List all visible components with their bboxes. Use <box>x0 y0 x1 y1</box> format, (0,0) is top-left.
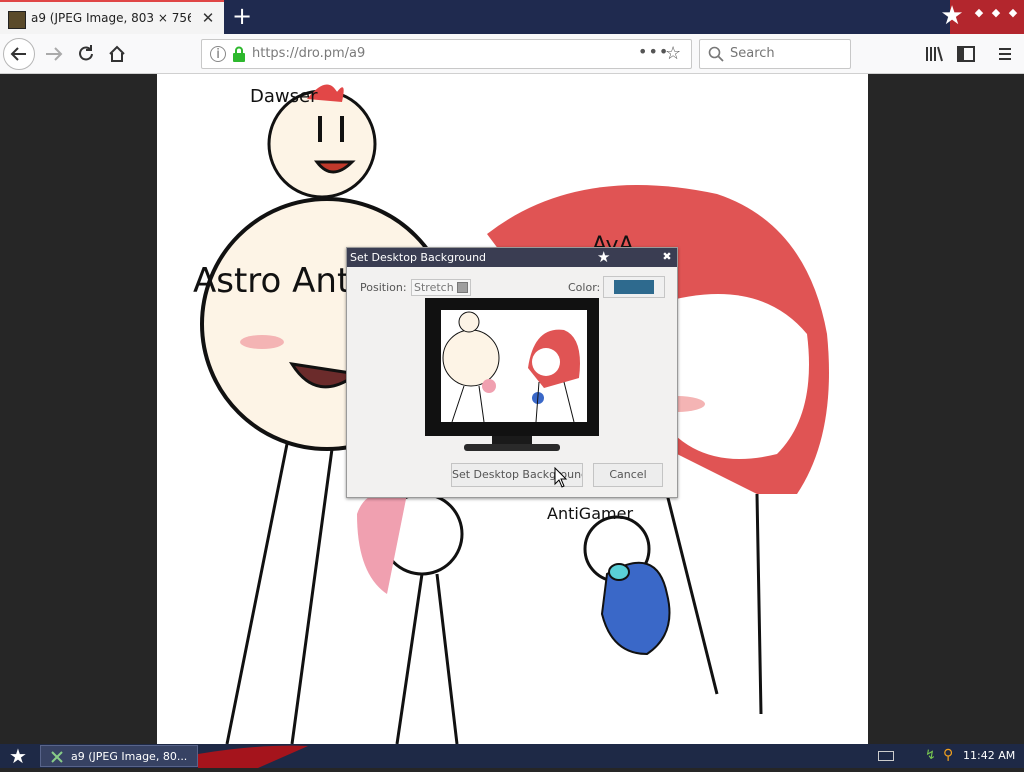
search-input[interactable] <box>730 46 845 61</box>
antigamer-label: AntiGamer <box>547 504 633 523</box>
keyboard-icon[interactable] <box>878 751 894 761</box>
dialog-titlebar[interactable]: Set Desktop Background ★ ✖ <box>347 248 677 267</box>
position-select[interactable]: Stretch <box>411 279 471 296</box>
maximize-icon[interactable]: ◆ <box>989 6 1003 20</box>
menu-icon[interactable] <box>989 38 1021 70</box>
browser-tab[interactable]: a9 (JPEG Image, 803 × 756 pixels) ✕ <box>0 0 224 34</box>
mouse-cursor-icon <box>554 466 568 493</box>
back-icon[interactable] <box>3 38 35 70</box>
window-icon <box>50 749 64 763</box>
favicon-icon <box>8 11 26 29</box>
dialog-close-icon[interactable]: ✖ <box>659 249 675 265</box>
astro-label: Astro Ant <box>193 261 350 301</box>
close-window-icon[interactable]: ◆ <box>1006 6 1020 20</box>
color-picker-button[interactable] <box>603 276 665 298</box>
clock[interactable]: 11:42 AM <box>963 749 1015 762</box>
info-icon[interactable]: i <box>210 46 226 62</box>
network-icon[interactable]: ↯ <box>925 748 936 763</box>
start-menu-icon[interactable]: ★ <box>6 744 30 768</box>
dropdown-arrow-icon <box>457 282 468 293</box>
star-icon: ★ <box>940 1 964 31</box>
url-text: https://dro.pm/a9 <box>252 46 366 61</box>
lock-icon[interactable] <box>232 46 246 62</box>
monitor-preview <box>424 298 600 458</box>
dialog-title: Set Desktop Background <box>350 251 487 264</box>
color-swatch <box>614 280 654 294</box>
tab-close-icon[interactable]: ✕ <box>199 9 217 27</box>
position-label: Position: <box>360 281 407 294</box>
taskbar-item-label: a9 (JPEG Image, 80... <box>71 750 188 763</box>
taskbar-item-firefox[interactable]: a9 (JPEG Image, 80... <box>40 745 198 767</box>
taskbar-decoration <box>198 744 318 768</box>
dawser-label: Dawser <box>250 86 318 107</box>
cancel-button[interactable]: Cancel <box>593 463 663 487</box>
new-tab-button[interactable]: + <box>230 4 254 28</box>
taskbar: ★ a9 (JPEG Image, 80... <box>0 744 1024 768</box>
search-bar[interactable] <box>699 39 851 69</box>
minimize-icon[interactable]: ◆ <box>972 6 986 20</box>
star-icon: ★ <box>597 248 611 266</box>
search-icon <box>708 46 724 62</box>
sidebar-icon[interactable] <box>950 38 982 70</box>
forward-icon[interactable] <box>38 38 70 70</box>
set-desktop-background-dialog: Set Desktop Background ★ ✖ Position: Str… <box>346 247 678 498</box>
home-icon[interactable] <box>101 38 133 70</box>
library-icon[interactable] <box>918 38 950 70</box>
color-label: Color: <box>568 281 601 294</box>
monitor-icon <box>425 298 599 451</box>
nav-toolbar: i https://dro.pm/a9 ••• ☆ <box>0 34 1024 74</box>
bookmark-star-icon[interactable]: ☆ <box>665 43 681 64</box>
tab-title: a9 (JPEG Image, 803 × 756 pixels) <box>31 11 191 25</box>
url-bar[interactable]: i https://dro.pm/a9 ••• ☆ <box>201 39 692 69</box>
position-value: Stretch <box>414 281 454 294</box>
reload-icon[interactable] <box>70 38 102 70</box>
search-tray-icon[interactable]: ⚲ <box>943 747 953 763</box>
